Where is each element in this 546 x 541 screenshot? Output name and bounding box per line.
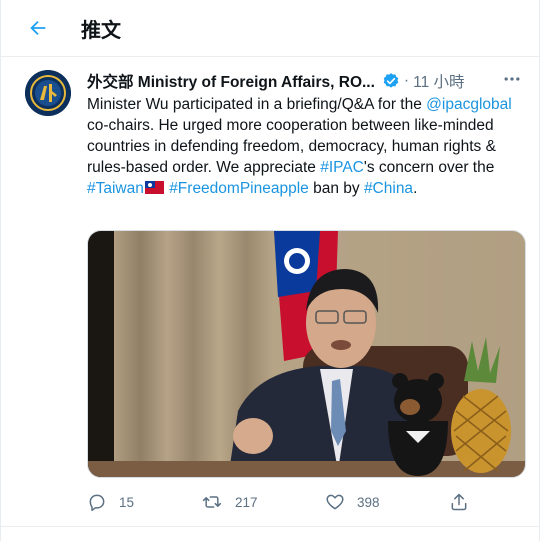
- tweet-text-part: .: [413, 180, 418, 197]
- reply-button[interactable]: 15: [87, 488, 134, 516]
- tweet-text: Minister Wu participated in a briefing/Q…: [87, 94, 527, 199]
- mention-link[interactable]: @ipacglobal: [426, 96, 512, 113]
- verified-badge-icon: [383, 73, 399, 88]
- hashtag-link[interactable]: #China: [364, 180, 413, 197]
- tweet-text-part: Minister Wu participated in a briefing/Q…: [87, 96, 427, 113]
- retweet-button[interactable]: 217: [201, 488, 258, 516]
- divider: [1, 526, 539, 527]
- tweet-text-part: 's concern over the: [363, 159, 495, 176]
- tweet-time[interactable]: 11 小時: [413, 70, 464, 92]
- reply-icon: [89, 494, 105, 512]
- heart-icon: [326, 494, 344, 510]
- tweet-page: 推文 外交部 Ministry of Foreign Affairs, RO..…: [0, 0, 540, 541]
- separator-dot: ·: [403, 72, 410, 89]
- share-icon: [451, 493, 467, 511]
- more-horizontal-icon: [504, 77, 520, 81]
- tweet-author-row: 外交部 Ministry of Foreign Affairs, RO... ·…: [87, 70, 525, 92]
- share-button[interactable]: [449, 488, 469, 516]
- taiwan-flag-icon: [144, 181, 164, 194]
- page-title: 推文: [81, 20, 121, 42]
- tweet-text-part: ban by: [308, 180, 364, 197]
- like-count: 398: [357, 494, 380, 510]
- tweet-photo[interactable]: [87, 230, 526, 478]
- hashtag-link[interactable]: #Taiwan: [87, 180, 144, 197]
- tweet-actions: 15 217 398: [87, 488, 487, 516]
- retweet-icon: [202, 496, 222, 508]
- retweet-count: 217: [235, 494, 258, 510]
- like-button[interactable]: 398: [325, 488, 380, 516]
- ministry-logo-icon: [25, 70, 71, 116]
- hashtag-link[interactable]: #IPAC: [320, 159, 364, 176]
- photo-image: [88, 231, 525, 477]
- reply-count: 15: [119, 494, 135, 510]
- top-header: 推文: [1, 0, 539, 57]
- back-button[interactable]: [23, 13, 53, 43]
- more-options-button[interactable]: [497, 64, 527, 94]
- author-name[interactable]: 外交部 Ministry of Foreign Affairs, RO...: [87, 70, 375, 92]
- arrow-left-icon: [30, 20, 46, 36]
- hashtag-link[interactable]: #FreedomPineapple: [169, 180, 309, 197]
- avatar[interactable]: [25, 70, 71, 116]
